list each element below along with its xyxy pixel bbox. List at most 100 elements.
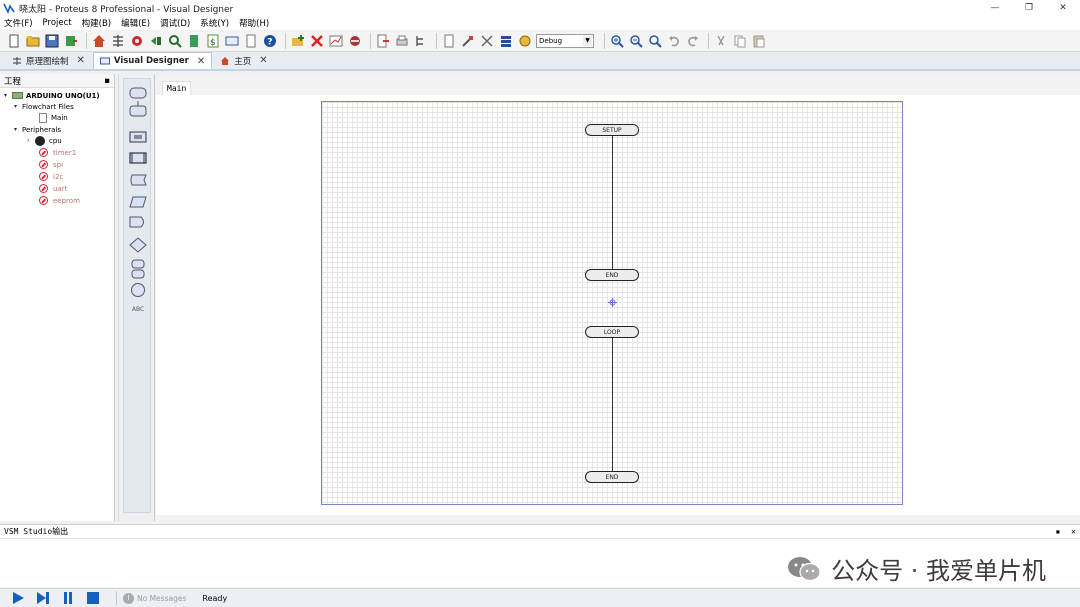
close-window-button[interactable]: ✕ <box>1046 0 1080 16</box>
chevron-down-icon[interactable]: ▾ <box>14 103 22 110</box>
tree-flowchart-files[interactable]: ▾ Flowchart Files <box>14 101 74 112</box>
delay-block-icon[interactable] <box>124 216 152 228</box>
play-icon[interactable] <box>10 591 26 605</box>
paste-icon[interactable] <box>751 33 767 49</box>
help-icon[interactable]: ? <box>262 33 278 49</box>
tree-main-file[interactable]: Main <box>39 112 68 123</box>
cut-icon[interactable] <box>713 33 729 49</box>
tree-board[interactable]: ▾ ARDUINO UNO(U1) <box>4 90 100 101</box>
new-file-icon[interactable] <box>6 33 22 49</box>
pause-icon[interactable] <box>60 591 76 605</box>
add-file-icon[interactable] <box>290 33 306 49</box>
tree-peripherals[interactable]: ▾ Peripherals <box>14 124 61 135</box>
print-icon[interactable] <box>394 33 410 49</box>
tree-peripheral-disabled[interactable]: uart <box>39 183 67 194</box>
storage-block-icon[interactable] <box>124 174 152 186</box>
source-code-icon[interactable] <box>224 33 240 49</box>
close-icon[interactable]: ✕ <box>1071 527 1076 536</box>
menu-system[interactable]: 系统(Y) <box>200 17 229 29</box>
copy-icon[interactable] <box>732 33 748 49</box>
close-icon[interactable]: ✕ <box>259 55 267 66</box>
maximize-button[interactable]: ❐ <box>1012 0 1046 16</box>
tree-cpu[interactable]: › cpu <box>27 135 62 146</box>
tree-peripheral-disabled[interactable]: i2c <box>39 171 63 182</box>
flowchart-grid[interactable]: SETUP END LOOP END <box>321 101 903 505</box>
menu-debug[interactable]: 调试(D) <box>160 17 190 29</box>
editor-canvas[interactable]: SETUP END LOOP END <box>156 95 1080 515</box>
menu-file[interactable]: 文件(F) <box>4 17 33 29</box>
menu-project[interactable]: Project <box>43 18 72 28</box>
layers-icon[interactable] <box>498 33 514 49</box>
zoom-in-icon[interactable] <box>609 33 625 49</box>
hierarchy-icon[interactable] <box>413 33 429 49</box>
io-block-icon[interactable] <box>124 196 152 208</box>
subroutine-block-icon[interactable] <box>124 152 152 164</box>
debug-config-select[interactable]: Debug ▼ <box>536 33 594 48</box>
tab-label: 原理图绘制 <box>26 56 69 67</box>
home-icon[interactable] <box>91 33 107 49</box>
sheet-tab-main[interactable]: Main <box>162 81 192 95</box>
schematic-icon[interactable] <box>110 33 126 49</box>
setup-block[interactable]: SETUP <box>585 124 639 136</box>
loop-block-icon[interactable] <box>124 259 152 279</box>
pin-icon[interactable]: ▪ <box>104 76 110 86</box>
zoom-out-icon[interactable] <box>628 33 644 49</box>
save-icon[interactable] <box>44 33 60 49</box>
menu-edit[interactable]: 编辑(E) <box>121 17 150 29</box>
tree-peripheral-disabled[interactable]: eeprom <box>39 195 80 206</box>
connector-line-icon[interactable] <box>124 101 152 117</box>
close-icon[interactable]: ✕ <box>77 55 85 66</box>
vsm-output-panel: VSM Studio输出 ▪ ✕ 公众号 · 我爱单片机 <box>0 524 1080 587</box>
messages-label: No Messages <box>137 593 187 603</box>
notes-icon[interactable] <box>243 33 259 49</box>
toolbar-separator <box>708 32 709 49</box>
redo-icon[interactable] <box>685 33 701 49</box>
gerber-icon[interactable] <box>148 33 164 49</box>
loop-block[interactable]: LOOP <box>585 326 639 338</box>
tab-visual-designer[interactable]: Visual Designer ✕ <box>92 52 213 69</box>
bom-icon[interactable] <box>186 33 202 49</box>
debug-config-value: Debug <box>539 36 563 45</box>
close-icon[interactable]: ✕ <box>197 56 205 67</box>
chevron-down-icon[interactable]: ▾ <box>14 126 22 133</box>
pcb-icon[interactable] <box>129 33 145 49</box>
message-indicator[interactable]: i No Messages <box>116 591 186 605</box>
disabled-icon <box>39 160 48 169</box>
tools-icon[interactable] <box>479 33 495 49</box>
zoom-fit-icon[interactable] <box>647 33 663 49</box>
open-folder-icon[interactable] <box>25 33 41 49</box>
decision-block-icon[interactable] <box>124 237 152 253</box>
tab-schematic[interactable]: 原理图绘制 ✕ <box>6 52 91 69</box>
tree-peripheral-disabled[interactable]: spi <box>39 159 63 170</box>
step-icon[interactable] <box>35 591 51 605</box>
menu-bar: 文件(F) Project 构建(B) 编辑(E) 调试(D) 系统(Y) 帮助… <box>0 16 1080 30</box>
graph-icon[interactable] <box>328 33 344 49</box>
3d-view-icon[interactable] <box>167 33 183 49</box>
cost-icon[interactable]: $ <box>205 33 221 49</box>
chevron-right-icon[interactable]: › <box>27 137 35 144</box>
end-block[interactable]: END <box>585 269 639 281</box>
build-icon[interactable] <box>460 33 476 49</box>
tab-home[interactable]: 主页 ✕ <box>214 52 273 69</box>
debug-config-icon[interactable] <box>517 33 533 49</box>
minimize-button[interactable]: — <box>978 0 1012 16</box>
export-icon[interactable] <box>375 33 391 49</box>
undo-icon[interactable] <box>666 33 682 49</box>
main-file-label: Main <box>51 113 68 122</box>
chevron-down-icon[interactable]: ▾ <box>4 92 12 99</box>
menu-build[interactable]: 构建(B) <box>82 17 111 29</box>
assignment-block-icon[interactable] <box>124 131 152 143</box>
menu-help[interactable]: 帮助(H) <box>239 17 269 29</box>
end-block[interactable]: END <box>585 471 639 483</box>
connector-circle-icon[interactable] <box>124 282 152 298</box>
delete-icon[interactable] <box>309 33 325 49</box>
record-icon[interactable] <box>347 33 363 49</box>
document-icon[interactable] <box>441 33 457 49</box>
flow-connector-line <box>612 136 613 269</box>
stop-icon[interactable] <box>85 591 101 605</box>
tree-peripheral-disabled[interactable]: timer1 <box>39 147 76 158</box>
comment-text-tool[interactable]: ABC <box>124 306 152 313</box>
pin-icon[interactable]: ▪ <box>1056 527 1061 536</box>
event-block-icon[interactable] <box>124 87 152 99</box>
import-icon[interactable] <box>63 33 79 49</box>
